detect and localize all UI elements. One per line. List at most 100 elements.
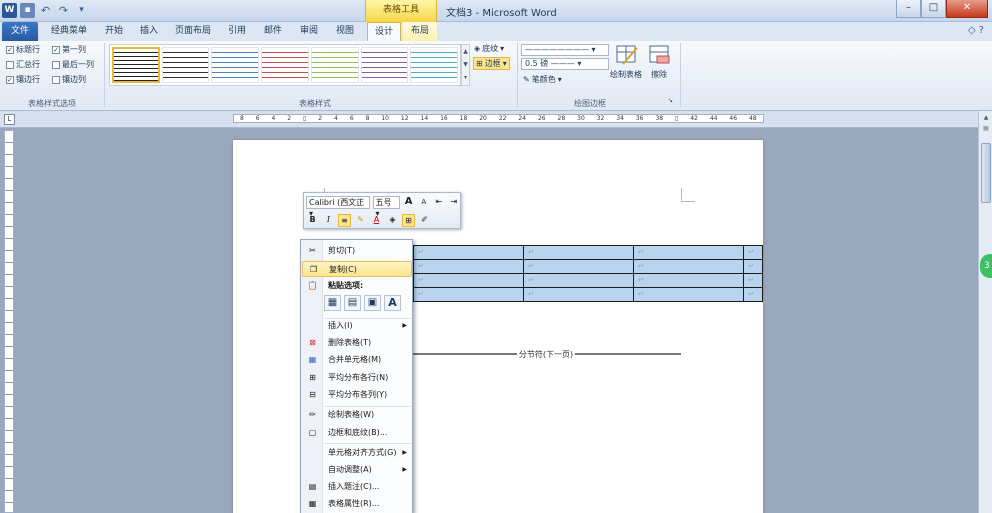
vertical-scrollbar[interactable]: ▲ ▤ bbox=[978, 111, 992, 513]
tab-references[interactable]: 引用 bbox=[222, 22, 252, 41]
table-cell[interactable]: ↵ bbox=[523, 245, 635, 260]
table-cell[interactable]: ↵ bbox=[412, 245, 525, 260]
minimize-icon[interactable]: – bbox=[896, 0, 921, 18]
dialog-launcher-icon[interactable]: ↘ bbox=[668, 97, 673, 104]
menu-item-merge-cells[interactable]: ▦ 合并单元格(M) bbox=[302, 352, 412, 368]
redo-icon[interactable]: ↷ bbox=[56, 3, 71, 18]
table-cell[interactable]: ↵ bbox=[523, 273, 635, 288]
paste-keep-source-icon[interactable]: ▦ bbox=[324, 295, 341, 311]
increase-indent-icon[interactable]: ⇥ bbox=[448, 196, 460, 209]
borders-button[interactable]: ⊞ 边框 ▾ bbox=[473, 57, 510, 70]
grow-font-button[interactable]: A bbox=[403, 196, 415, 209]
table-row[interactable]: ↵ ↵ ↵ ↵ bbox=[412, 273, 763, 288]
tab-review[interactable]: 审阅 bbox=[294, 22, 324, 41]
center-align-icon[interactable]: ≡ bbox=[338, 214, 351, 227]
undo-icon[interactable]: ↶ bbox=[38, 3, 53, 18]
tab-mailings[interactable]: 邮件 bbox=[258, 22, 288, 41]
table-cell[interactable]: ↵ bbox=[743, 245, 763, 260]
document-table[interactable]: ↵ ↵ ↵ ↵ ↵ ↵ ↵ ↵ ↵ ↵ ↵ ↵ ↵ ↵ ↵ ↵ bbox=[412, 245, 763, 302]
tab-selector-icon[interactable]: L bbox=[4, 114, 15, 125]
header-row-checkbox[interactable]: ✓ 标题行 bbox=[6, 44, 40, 55]
table-style-swatch[interactable] bbox=[161, 47, 210, 83]
menu-item-borders-shading[interactable]: ▢ 边框和底纹(B)... bbox=[302, 425, 412, 441]
table-row[interactable]: ↵ ↵ ↵ ↵ bbox=[412, 259, 763, 274]
shading-button[interactable]: ◈ 底纹 ▾ bbox=[474, 43, 504, 54]
font-color-icon[interactable]: A bbox=[370, 214, 383, 227]
format-painter-icon[interactable]: ✐ bbox=[418, 214, 431, 227]
table-cell[interactable]: ↵ bbox=[633, 287, 745, 302]
table-style-swatch[interactable] bbox=[360, 47, 409, 83]
menu-item-draw-table[interactable]: ✏ 绘制表格(W) bbox=[302, 407, 412, 423]
paste-merge-formatting-icon[interactable]: ▤ bbox=[344, 295, 361, 311]
eraser-icon[interactable] bbox=[648, 44, 678, 68]
floating-assistant-icon[interactable]: 3 bbox=[980, 254, 992, 278]
close-icon[interactable]: ✕ bbox=[946, 0, 988, 18]
table-row[interactable]: ↵ ↵ ↵ ↵ bbox=[412, 245, 763, 260]
maximize-icon[interactable]: □ bbox=[921, 0, 946, 18]
pen-color-button[interactable]: ✎ 笔颜色 ▾ bbox=[523, 74, 562, 85]
table-row[interactable]: ↵ ↵ ↵ ↵ bbox=[412, 287, 763, 302]
table-cell[interactable]: ↵ bbox=[412, 287, 525, 302]
tab-home[interactable]: 开始 bbox=[99, 22, 129, 41]
help-icon[interactable]: ◇ ? bbox=[968, 25, 984, 36]
menu-item-cut[interactable]: ✂ 剪切(T) bbox=[302, 243, 412, 259]
scroll-thumb[interactable] bbox=[981, 143, 991, 203]
menu-item-autofit[interactable]: 自动调整(A) ▶ bbox=[302, 462, 412, 478]
paste-nested-table-icon[interactable]: ▣ bbox=[364, 295, 381, 311]
italic-button[interactable]: I bbox=[322, 214, 335, 227]
tab-insert[interactable]: 插入 bbox=[134, 22, 164, 41]
ruler-toggle-icon[interactable]: ▤ bbox=[981, 125, 991, 135]
table-cell[interactable]: ↵ bbox=[633, 259, 745, 274]
tab-table-layout[interactable]: 布局 bbox=[403, 22, 437, 41]
table-style-swatch[interactable] bbox=[112, 47, 160, 83]
bold-button[interactable]: B bbox=[306, 214, 319, 227]
table-style-swatch[interactable] bbox=[410, 47, 459, 83]
word-app-icon[interactable]: W bbox=[2, 3, 17, 18]
table-cell[interactable]: ↵ bbox=[523, 287, 635, 302]
tab-view[interactable]: 视图 bbox=[330, 22, 360, 41]
menu-item-cell-alignment[interactable]: 单元格对齐方式(G) ▶ bbox=[302, 445, 412, 461]
shading-icon[interactable]: ◈ bbox=[386, 214, 399, 227]
table-cell[interactable]: ↵ bbox=[633, 245, 745, 260]
menu-item-copy[interactable]: ❐ 复制(C) bbox=[302, 261, 412, 277]
tab-page-layout[interactable]: 页面布局 bbox=[170, 22, 216, 41]
vertical-ruler[interactable] bbox=[4, 130, 14, 513]
menu-item-insert[interactable]: 插入(I) ▶ bbox=[302, 318, 412, 334]
banded-rows-checkbox[interactable]: ✓ 镶边行 bbox=[6, 74, 40, 85]
borders-icon[interactable]: ⊞ bbox=[402, 214, 415, 227]
table-cell[interactable]: ↵ bbox=[743, 287, 763, 302]
save-icon[interactable]: ▪ bbox=[20, 3, 35, 18]
table-cell[interactable]: ↵ bbox=[412, 273, 525, 288]
gallery-scroll[interactable]: ▲ ▼ ▾ bbox=[461, 44, 470, 86]
table-cell[interactable]: ↵ bbox=[412, 259, 525, 274]
menu-item-insert-caption[interactable]: ▤ 插入题注(C)... bbox=[302, 479, 412, 495]
font-name-dropdown[interactable]: Calibri (西文正 ▾ bbox=[306, 196, 370, 218]
banded-columns-checkbox[interactable]: 镶边列 bbox=[52, 74, 86, 85]
menu-item-distribute-columns[interactable]: ⊟ 平均分布各列(Y) bbox=[302, 387, 412, 403]
paste-text-only-icon[interactable]: A bbox=[384, 295, 401, 311]
menu-item-delete-table[interactable]: ⊠ 删除表格(T) bbox=[302, 335, 412, 351]
draw-table-button[interactable]: 绘制表格 bbox=[610, 69, 642, 80]
eraser-button[interactable]: 擦除 bbox=[651, 69, 667, 80]
total-row-checkbox[interactable]: 汇总行 bbox=[6, 59, 40, 70]
table-style-swatch[interactable] bbox=[261, 47, 309, 83]
horizontal-ruler[interactable]: 8 6 4 2 ▯ 2 4 6 8 10 12 14 16 18 20 22 24 26 28 30 32 34 36 38 ▯… bbox=[233, 114, 764, 123]
table-cell[interactable]: ↵ bbox=[523, 259, 635, 274]
menu-item-table-properties[interactable]: ▦ 表格属性(R)... bbox=[302, 496, 412, 512]
shrink-font-button[interactable]: A bbox=[418, 196, 430, 209]
font-size-dropdown[interactable]: 五号 ▾ bbox=[372, 196, 400, 218]
table-cell[interactable]: ↵ bbox=[743, 273, 763, 288]
first-column-checkbox[interactable]: ✓ 第一列 bbox=[52, 44, 86, 55]
highlight-icon[interactable]: ✎ bbox=[354, 214, 367, 227]
line-weight-dropdown[interactable]: 0.5 磅 ——— ▾ bbox=[521, 58, 609, 70]
customize-qat-icon[interactable]: ▾ bbox=[74, 3, 89, 18]
table-style-swatch[interactable] bbox=[310, 47, 359, 83]
tab-file[interactable]: 文件 bbox=[2, 22, 38, 41]
draw-table-icon[interactable] bbox=[615, 44, 645, 68]
menu-item-distribute-rows[interactable]: ⊞ 平均分布各行(N) bbox=[302, 370, 412, 386]
table-cell[interactable]: ↵ bbox=[743, 259, 763, 274]
tab-classic-menu[interactable]: 经典菜单 bbox=[46, 22, 92, 41]
tab-design[interactable]: 设计 bbox=[367, 22, 401, 41]
table-style-swatch[interactable] bbox=[211, 47, 260, 83]
table-cell[interactable]: ↵ bbox=[633, 273, 745, 288]
